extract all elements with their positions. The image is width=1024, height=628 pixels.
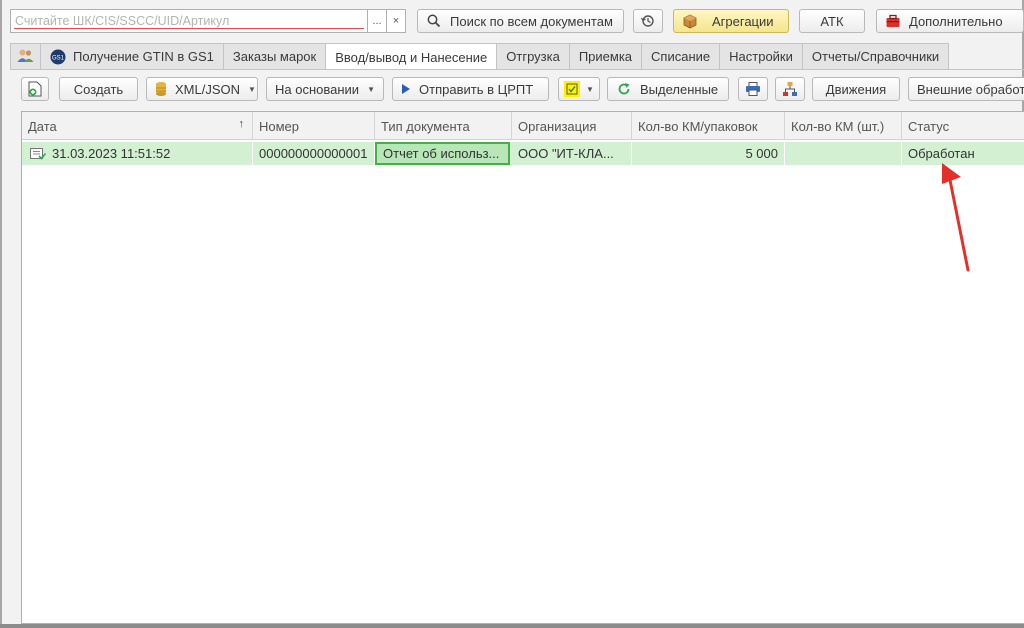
database-icon (155, 81, 167, 97)
document-posted-icon (30, 147, 46, 160)
tab-settings[interactable]: Настройки (719, 43, 803, 69)
hierarchy-icon (782, 81, 798, 97)
aggregation-button[interactable]: Агрегации (673, 9, 789, 33)
new-document-icon (27, 81, 43, 97)
tab-mark-orders[interactable]: Заказы марок (222, 43, 327, 69)
sort-ascending-icon: ↑ (238, 118, 245, 130)
cell-number: 000000000000001 (253, 142, 375, 165)
users-icon (17, 48, 34, 66)
column-header-qty-packs[interactable]: Кол-во КМ/упаковок (632, 112, 785, 140)
tab-input-output[interactable]: Ввод/вывод и Нанесение (325, 43, 498, 70)
annotation-arrow (942, 163, 970, 272)
table-header: Дата ↑ Номер Тип документа Организация К… (22, 112, 1024, 140)
column-header-date[interactable]: Дата ↑ (22, 112, 253, 140)
tab-gs1-gtin[interactable]: GS1 Получение GTIN в GS1 (40, 43, 224, 69)
tab-write-off[interactable]: Списание (641, 43, 721, 69)
window-border-bottom (0, 624, 1024, 628)
documents-table: Дата ↑ Номер Тип документа Организация К… (21, 111, 1024, 624)
tab-reports[interactable]: Отчеты/Справочники (801, 43, 950, 69)
column-header-doc-type[interactable]: Тип документа (375, 112, 512, 140)
search-all-documents-button[interactable]: Поиск по всем документам (417, 9, 624, 33)
structure-button[interactable] (775, 77, 805, 101)
cell-date: 31.03.2023 11:51:52 (22, 142, 253, 165)
column-header-organization[interactable]: Организация (512, 112, 632, 140)
printer-icon (745, 81, 761, 97)
external-processing-button[interactable]: Внешние обработки (908, 77, 1024, 101)
window-border-left (0, 0, 2, 628)
chevron-down-icon: ▼ (367, 84, 375, 94)
atk-button[interactable]: АТК (799, 9, 865, 33)
section-tabs: GS1 Получение GTIN в GS1 Заказы марок Вв… (10, 43, 950, 70)
refresh-icon (616, 81, 632, 97)
column-header-qty-pcs[interactable]: Кол-во КМ (шт.) (785, 112, 902, 140)
column-header-status[interactable]: Статус (902, 112, 1024, 140)
barcode-search-input[interactable]: Считайте ШК/CIS/SSCC/UID/Артикул (10, 9, 368, 33)
xml-json-button[interactable]: XML/JSON ▼ (146, 77, 258, 101)
search-more-button[interactable]: ... (367, 9, 387, 33)
cell-qty-packs: 5 000 (632, 142, 785, 165)
svg-text:GS1: GS1 (52, 55, 65, 61)
chevron-down-icon: ▼ (586, 84, 594, 94)
create-button[interactable]: Создать (59, 77, 138, 101)
print-button[interactable] (738, 77, 768, 101)
box-icon (682, 13, 698, 29)
add-document-button[interactable] (21, 77, 49, 101)
selected-button[interactable]: Выделенные (607, 77, 729, 101)
checkbox-icon (564, 81, 580, 97)
chevron-down-icon: ▼ (248, 84, 256, 94)
search-clear-button[interactable]: × (386, 9, 406, 33)
tab-users[interactable] (10, 43, 41, 69)
play-icon (401, 81, 411, 97)
movements-button[interactable]: Движения (812, 77, 900, 101)
send-to-crpt-button[interactable]: Отправить в ЦРПТ (392, 77, 549, 101)
additional-button[interactable]: Дополнительно (876, 9, 1024, 33)
tab-shipment[interactable]: Отгрузка (496, 43, 570, 69)
column-header-number[interactable]: Номер (253, 112, 375, 140)
history-button[interactable] (633, 9, 663, 33)
based-on-button[interactable]: На основании ▼ (266, 77, 384, 101)
cell-organization: ООО "ИТ-КЛА... (512, 142, 632, 165)
checklist-dropdown-button[interactable]: ▼ (558, 77, 600, 101)
spellcheck-underline (14, 28, 364, 29)
gs1-logo-icon: GS1 (50, 49, 66, 65)
cell-doc-type[interactable]: Отчет об использ... (375, 142, 510, 165)
search-icon (426, 13, 442, 29)
search-placeholder: Считайте ШК/CIS/SSCC/UID/Артикул (15, 14, 230, 28)
tab-divider (10, 69, 1024, 70)
history-icon (640, 13, 656, 29)
toolbox-icon (885, 13, 901, 29)
table-row[interactable]: 31.03.2023 11:51:52 000000000000001 Отче… (22, 142, 1024, 165)
tab-receipt[interactable]: Приемка (568, 43, 643, 69)
cell-qty-pcs (785, 142, 902, 165)
